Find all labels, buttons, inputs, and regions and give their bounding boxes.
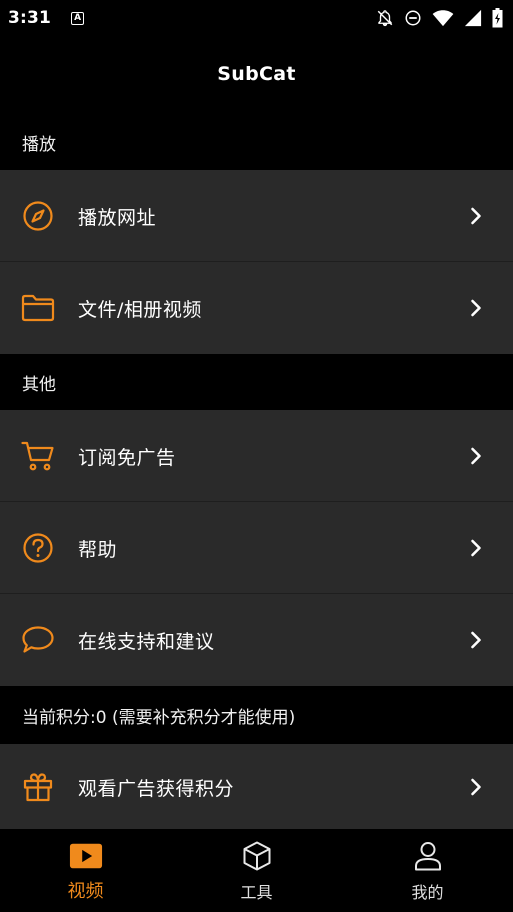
section-header-other: 其他 <box>22 374 56 395</box>
menu-item-label: 在线支持和建议 <box>78 630 215 653</box>
chat-bubble-icon <box>20 622 56 658</box>
menu-item-play-url[interactable]: 播放网址 <box>0 170 513 262</box>
battery-charging-icon <box>492 8 503 28</box>
gift-icon <box>20 769 56 805</box>
menu-item-file-album-video[interactable]: 文件/相册视频 <box>0 262 513 354</box>
help-circle-icon <box>20 530 56 566</box>
notification-a-icon: A <box>71 11 85 25</box>
do-not-disturb-icon <box>405 10 421 26</box>
app-bar: SubCat <box>0 36 513 112</box>
cart-icon <box>20 438 56 474</box>
play-video-icon <box>69 839 103 873</box>
menu-item-label: 帮助 <box>78 538 118 561</box>
chevron-right-icon <box>469 298 483 318</box>
menu-item-label: 文件/相册视频 <box>78 298 202 321</box>
menu-item-help[interactable]: 帮助 <box>0 502 513 594</box>
nav-tab-mine[interactable]: 我的 <box>342 829 513 912</box>
screen: 3:31 A SubCat 播放 播放网址 文件/相册视频 其他 订阅免广告 帮… <box>0 0 513 912</box>
section-header-points: 当前积分:0 (需要补充积分才能使用) <box>22 707 296 728</box>
bottom-nav: 视频 工具 我的 <box>0 829 513 912</box>
menu-item-subscribe-no-ads[interactable]: 订阅免广告 <box>0 410 513 502</box>
compass-icon <box>20 198 56 234</box>
signal-icon <box>464 9 482 27</box>
status-time: 3:31 <box>8 8 52 28</box>
folder-icon <box>20 290 56 326</box>
chevron-right-icon <box>469 446 483 466</box>
section-header-play: 播放 <box>22 134 56 155</box>
chevron-right-icon <box>469 630 483 650</box>
chevron-right-icon <box>469 206 483 226</box>
wifi-icon <box>432 10 454 27</box>
nav-tab-label: 工具 <box>240 883 273 902</box>
notifications-off-icon <box>377 10 393 27</box>
menu-item-label: 观看广告获得积分 <box>78 777 235 800</box>
status-icons <box>376 8 503 28</box>
nav-tab-video[interactable]: 视频 <box>0 829 171 912</box>
status-bar: 3:31 A <box>0 0 513 36</box>
menu-item-watch-ads-earn-points[interactable]: 观看广告获得积分 <box>0 744 513 830</box>
cube-icon <box>240 839 274 873</box>
nav-tab-tools[interactable]: 工具 <box>171 829 342 912</box>
nav-tab-label: 视频 <box>67 881 104 902</box>
chevron-right-icon <box>469 777 483 797</box>
app-title: SubCat <box>217 63 296 85</box>
person-icon <box>411 839 445 873</box>
menu-item-label: 订阅免广告 <box>78 446 176 469</box>
chevron-right-icon <box>469 538 483 558</box>
menu-item-online-support[interactable]: 在线支持和建议 <box>0 594 513 686</box>
menu-item-label: 播放网址 <box>78 206 157 229</box>
nav-tab-label: 我的 <box>411 883 444 902</box>
